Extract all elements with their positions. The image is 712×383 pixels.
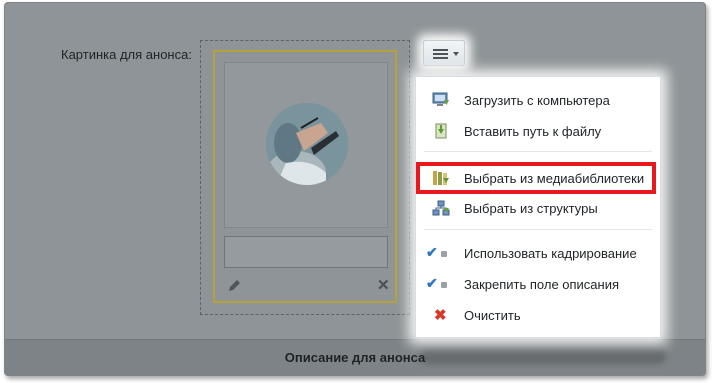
toggle-dot bbox=[441, 282, 447, 288]
menu-item-structure[interactable]: Выбрать из структуры bbox=[416, 194, 660, 222]
upload-computer-icon bbox=[432, 92, 450, 108]
insert-path-icon bbox=[432, 123, 450, 139]
description-section-header[interactable]: Описание для анонса bbox=[5, 339, 705, 375]
preview-thumbnail bbox=[266, 103, 348, 185]
image-menu-button[interactable] bbox=[423, 40, 465, 66]
menu-item-media-library[interactable]: Выбрать из медиабиблиотеки bbox=[416, 162, 660, 194]
menu-divider bbox=[424, 151, 652, 152]
announce-image-label: Картинка для анонса: bbox=[61, 47, 192, 62]
image-card: ✕ bbox=[213, 50, 397, 303]
close-icon[interactable]: ✕ bbox=[377, 276, 390, 294]
menu-item-clear[interactable]: ✖ Очистить bbox=[416, 301, 660, 329]
menu-item-insert-path[interactable]: Вставить путь к файлу bbox=[416, 117, 660, 145]
menu-item-pin-description[interactable]: ✔ Закрепить поле описания bbox=[416, 270, 660, 298]
image-description-input[interactable] bbox=[224, 236, 388, 268]
description-section-title: Описание для анонса bbox=[284, 350, 426, 365]
red-x-icon: ✖ bbox=[434, 307, 447, 324]
structure-icon bbox=[432, 200, 450, 216]
menu-divider bbox=[424, 229, 652, 230]
pencil-icon[interactable] bbox=[227, 279, 241, 298]
image-preview[interactable] bbox=[224, 62, 388, 228]
media-library-icon bbox=[432, 170, 450, 186]
image-source-menu: Загрузить с компьютера Вставить путь к ф… bbox=[415, 76, 661, 338]
menu-item-use-crop[interactable]: ✔ Использовать кадрирование bbox=[416, 239, 660, 267]
menu-item-upload-computer[interactable]: Загрузить с компьютера bbox=[416, 86, 660, 114]
checkmark-icon: ✔ bbox=[426, 275, 438, 291]
checkmark-icon: ✔ bbox=[426, 244, 438, 260]
hamburger-icon bbox=[433, 49, 459, 59]
toggle-dot bbox=[441, 251, 447, 257]
